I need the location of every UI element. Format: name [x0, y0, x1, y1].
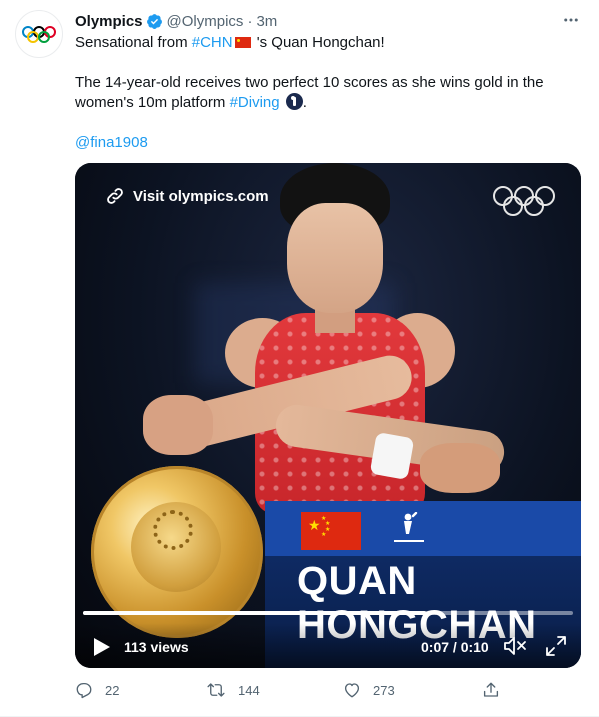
tweet-header: Olympics @Olympics · 3m [75, 11, 277, 31]
diving-icon [285, 93, 303, 110]
more-options-icon[interactable] [558, 9, 584, 31]
fullscreen-icon[interactable] [545, 635, 567, 657]
china-flag-icon: ★ ★ ★ ★ ★ [301, 512, 361, 550]
retweet-icon [207, 683, 225, 697]
mute-icon[interactable] [503, 635, 527, 657]
retweet-count: 144 [238, 682, 260, 698]
medal-emblem-icon [153, 510, 193, 550]
reply-icon [76, 682, 92, 699]
video-progress-bar[interactable] [83, 611, 573, 615]
link-icon [107, 188, 123, 204]
diver-face [287, 203, 383, 313]
separator-dot: · [247, 12, 253, 30]
verified-badge-icon [146, 13, 162, 29]
visit-site-label: Visit olympics.com [133, 187, 269, 205]
view-count: 113 views [124, 639, 189, 655]
hashtag-diving[interactable]: #Diving [230, 94, 280, 111]
tweet[interactable]: Olympics @Olympics · 3m Sensational from… [0, 0, 599, 717]
author-handle[interactable]: @Olympics [167, 13, 244, 30]
heart-icon [344, 683, 360, 698]
diver-hand [143, 395, 213, 455]
tweet-text-segment: Sensational from [75, 34, 192, 51]
like-count: 273 [373, 682, 395, 698]
tweet-line-1: Sensational from #CHN 's Quan Hongchan! [75, 33, 580, 53]
diver-hand [420, 443, 500, 493]
video-player[interactable]: Visit olympics.com ★ ★ ★ ★ ★ QUAN HONGCH [75, 163, 581, 668]
video-timecode: 0:07 / 0:10 [421, 639, 489, 655]
like-button[interactable]: 273 [343, 681, 395, 699]
athlete-name-line-1: QUAN [297, 559, 417, 603]
tweet-line-2: The 14-year-old receives two perfect 10 … [75, 73, 580, 113]
diver-wristband [369, 432, 415, 480]
share-button[interactable] [482, 681, 512, 699]
olympic-rings-icon [22, 26, 56, 43]
reply-button[interactable]: 22 [75, 681, 119, 699]
reply-count: 22 [105, 682, 120, 698]
olympic-rings-logo-icon [493, 186, 557, 216]
retweet-button[interactable]: 144 [206, 681, 260, 699]
diving-pictogram-icon [394, 512, 424, 542]
tweet-text-segment: 's Quan Hongchan! [252, 34, 385, 51]
visit-site-link[interactable]: Visit olympics.com [105, 186, 269, 206]
tweet-text-segment: The 14-year-old receives two perfect 10 … [75, 74, 544, 111]
author-name[interactable]: Olympics [75, 13, 143, 30]
tweet-actions: 22 144 273 [75, 681, 505, 703]
mention-fina1908[interactable]: @fina1908 [75, 134, 148, 151]
tweet-text: Sensational from #CHN 's Quan Hongchan! … [75, 33, 580, 153]
tweet-time[interactable]: 3m [256, 13, 277, 30]
play-icon[interactable] [93, 637, 111, 657]
share-icon [483, 682, 499, 697]
hashtag-chn[interactable]: #CHN [192, 34, 233, 51]
video-progress-fill [83, 611, 426, 615]
avatar[interactable] [15, 10, 63, 58]
tweet-text-segment: . [302, 94, 307, 111]
china-flag-icon [234, 37, 251, 48]
